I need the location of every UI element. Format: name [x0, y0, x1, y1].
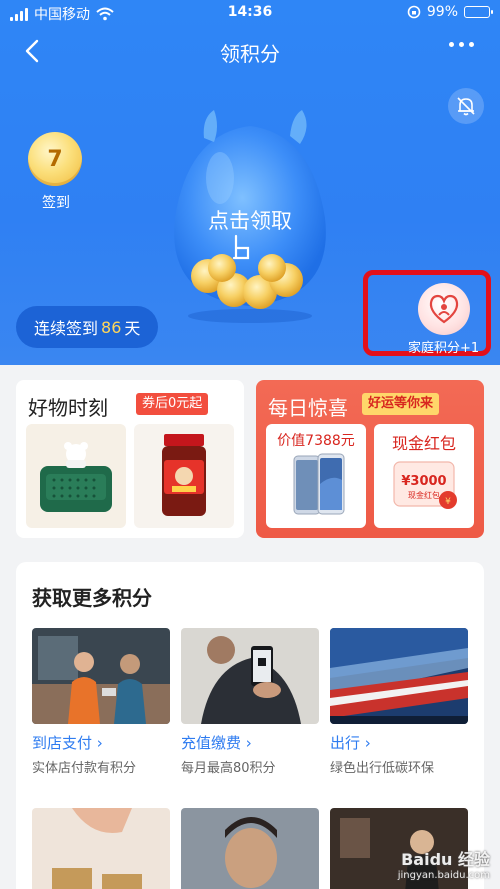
product-speaker-image[interactable] — [26, 424, 126, 528]
heart-family-icon — [429, 294, 459, 324]
tile-store-payment-desc: 实体店付款有积分 — [32, 761, 137, 776]
store-payment-image — [32, 628, 170, 724]
daily-surprise-title: 每日惊喜 — [268, 396, 348, 420]
nav-bar: 领积分 — [0, 30, 500, 74]
baidu-watermark: Baidu 经验 jingyan.baidu.com — [398, 846, 490, 881]
good-stuff-title: 好物时刻 — [28, 396, 108, 420]
cash-note: 现金红包 — [408, 491, 440, 500]
streak-days: 86 — [101, 317, 122, 337]
battery-icon — [464, 6, 493, 18]
speaker-image — [40, 442, 112, 512]
streak-prefix: 连续签到 — [34, 319, 99, 338]
streak-suffix: 天 — [124, 319, 141, 338]
tile-store-payment[interactable]: 到店支付 › 实体店付款有积分 — [32, 628, 170, 776]
good-stuff-card[interactable]: 好物时刻 券后0元起 — [16, 380, 244, 538]
good-stuff-tag: 券后0元起 — [136, 393, 209, 415]
tile-recharge[interactable]: 充值缴费 › 每月最高80积分 — [181, 628, 319, 776]
product-sauce-image[interactable] — [134, 424, 234, 528]
tile-travel-name: 出行 › — [330, 734, 371, 752]
sauce-jar-image — [162, 434, 206, 516]
status-bar: 中国移动 14:36 99% — [0, 0, 500, 26]
checkin-coin: 7 — [28, 132, 82, 186]
tile-food[interactable] — [181, 808, 319, 889]
watermark-line1: Baidu 经验 — [401, 850, 490, 869]
cash-prize[interactable]: 现金红包 ¥ ¥3000 现金红包 — [374, 424, 474, 528]
claim-text[interactable]: 点击领取 — [0, 205, 500, 235]
daily-surprise-tag: 好运等你来 — [362, 393, 440, 415]
tile-travel[interactable]: 出行 › 绿色出行低碳环保 — [330, 628, 468, 776]
page-title: 领积分 — [220, 42, 280, 66]
more-options-icon[interactable] — [449, 42, 474, 47]
streak-badge: 连续签到 86 天 — [16, 306, 159, 348]
phone-image — [293, 453, 345, 515]
rotation-lock-icon — [407, 5, 421, 19]
tile-coins[interactable] — [32, 808, 170, 889]
phone-prize[interactable]: 价值7388元 — [266, 424, 366, 528]
battery-percent: 99% — [426, 4, 458, 20]
coins-hand-image — [32, 808, 170, 889]
tile-recharge-desc: 每月最高80积分 — [181, 761, 276, 776]
family-points-button[interactable] — [418, 283, 470, 335]
family-points-label: 家庭积分+1 — [408, 341, 480, 356]
more-points-section: 获取更多积分 到店支付 › 实体店付款有积分 充值缴费 › 每月最高80积分 出… — [16, 562, 484, 889]
child-eating-image — [181, 808, 319, 889]
more-points-title: 获取更多积分 — [32, 586, 152, 610]
recharge-image — [181, 628, 319, 724]
cash-amount: ¥3000 — [401, 474, 447, 489]
travel-train-image — [330, 628, 468, 724]
tile-recharge-name: 充值缴费 › — [181, 734, 252, 752]
tile-store-payment-name: 到店支付 › — [32, 734, 103, 752]
family-points-highlight[interactable]: 家庭积分+1 — [363, 270, 491, 356]
watermark-line2: jingyan.baidu.com — [397, 870, 490, 881]
notification-off-button[interactable] — [448, 88, 484, 124]
bell-off-icon — [457, 97, 475, 116]
checkin-widget[interactable]: 7 签到 — [28, 132, 84, 212]
hero-banner: 中国移动 14:36 99% 领积分 7 签到 点击领取 连续签到 86 天 家… — [0, 0, 500, 365]
daily-surprise-card[interactable]: 每日惊喜 好运等你来 价值7388元 现金红包 ¥ ¥3000 现金红包 — [256, 380, 484, 538]
tile-travel-desc: 绿色出行低碳环保 — [330, 761, 435, 776]
